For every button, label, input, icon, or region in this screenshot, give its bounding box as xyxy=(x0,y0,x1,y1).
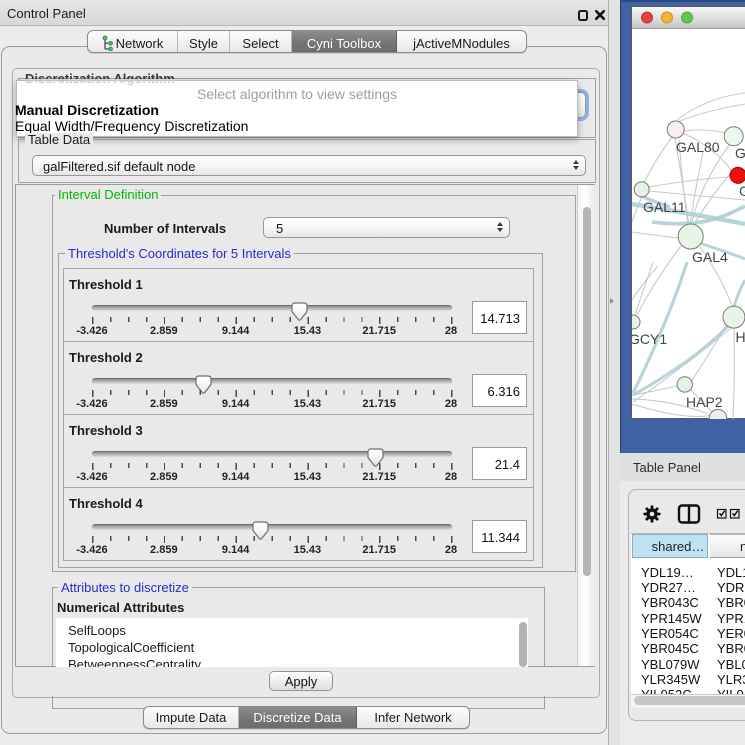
svg-text:GAL11: GAL11 xyxy=(643,199,686,215)
svg-text:GCY1: GCY1 xyxy=(632,331,667,347)
svg-text:G: G xyxy=(739,183,745,199)
svg-text:GAL80: GAL80 xyxy=(676,139,720,155)
svg-text:GAL4: GAL4 xyxy=(692,249,728,265)
svg-text:HAP2: HAP2 xyxy=(686,394,723,410)
svg-text:GAL: GAL xyxy=(735,145,745,161)
svg-text:HAP: HAP xyxy=(736,329,745,345)
